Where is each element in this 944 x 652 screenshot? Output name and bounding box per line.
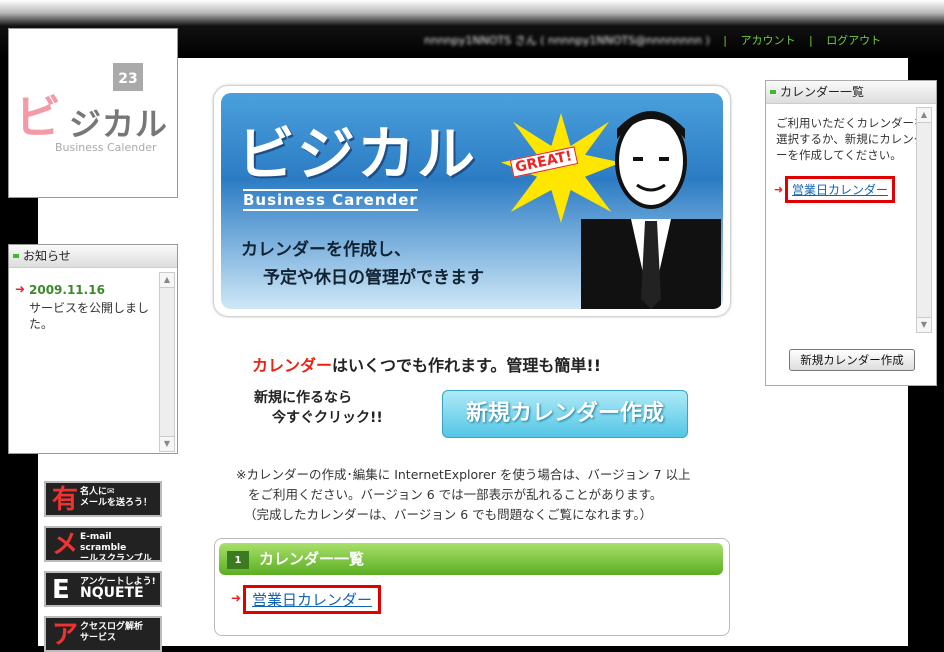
ad-big-char: メ bbox=[52, 530, 79, 560]
calendar-list-panel: 1 カレンダー一覧 ➜ 営業日カレンダー bbox=[214, 538, 730, 636]
ad-text: クセスログ解析 サービス bbox=[80, 622, 144, 643]
news-scrollbar[interactable]: ▲ ▼ bbox=[159, 272, 175, 452]
logo-subtitle: Business Calender bbox=[55, 141, 157, 154]
scroll-down-icon[interactable]: ▼ bbox=[160, 436, 174, 451]
ad-big-char: ア bbox=[52, 620, 79, 650]
news-text: サービスを公開しました。 bbox=[29, 301, 150, 331]
scroll-up-icon[interactable]: ▲ bbox=[160, 273, 174, 288]
browser-note: ※カレンダーの作成･編集に InternetExplorer を使う場合は、バー… bbox=[236, 465, 716, 525]
promo-click-now: 新規に作るなら 今すぐクリック!! bbox=[254, 390, 383, 426]
ad-mail-scramble[interactable]: メ E-mail scramble ールスクランブル bbox=[44, 526, 162, 562]
account-link[interactable]: アカウント bbox=[740, 34, 795, 47]
divider: | bbox=[723, 34, 727, 47]
calendar-icon: 1 bbox=[227, 551, 249, 569]
logo-kana-big: ビ bbox=[15, 90, 61, 144]
site-logo[interactable]: 23 ビ ジカル Business Calender bbox=[8, 28, 178, 198]
ad-text: E-mail scramble ールスクランブル bbox=[80, 532, 152, 562]
hero-banner-inner: ビジカル Business Carender GREAT! カレンダーを作成し、… bbox=[221, 93, 723, 309]
calendar-link[interactable]: 営業日カレンダー bbox=[252, 591, 372, 609]
logout-link[interactable]: ログアウト bbox=[826, 34, 881, 47]
ad-access-log[interactable]: ア クセスログ解析 サービス bbox=[44, 616, 162, 652]
user-info-line: nnnnpy1NNOTS さん ( nnnnpy1NNOTS@nnnnnnnn … bbox=[424, 32, 881, 48]
banner-line-1: カレンダーを作成し、 bbox=[241, 240, 411, 260]
user-name: nnnnpy1NNOTS bbox=[424, 34, 512, 47]
user-email: ( nnnnpy1NNOTS@nnnnnnnn ) bbox=[540, 34, 710, 47]
scroll-up-icon[interactable]: ▲ bbox=[917, 108, 931, 123]
arrow-right-icon: ➜ bbox=[15, 282, 26, 296]
calendar-list-title: カレンダー一覧 bbox=[259, 550, 365, 568]
user-san: さん bbox=[514, 34, 537, 47]
note-line-3: （完成したカレンダーは、バージョン 6 でも問題なくご覧になれます。） bbox=[244, 507, 653, 522]
ad-big-char: E bbox=[52, 575, 70, 605]
right-calendar-panel: カレンダー一覧 ご利用いただくカレンダーを選択するか、新規にカレンダーを作成して… bbox=[765, 80, 937, 386]
arrow-right-icon: ➜ bbox=[231, 591, 242, 605]
new-calendar-button[interactable]: 新規カレンダー作成 bbox=[442, 390, 688, 438]
right-panel-scrollbar[interactable]: ▲ ▼ bbox=[916, 107, 932, 333]
divider: | bbox=[808, 34, 813, 47]
hero-banner: ビジカル Business Carender GREAT! カレンダーを作成し、… bbox=[214, 86, 730, 316]
banner-subtitle: Business Carender bbox=[243, 189, 418, 211]
calendar-icon: 23 bbox=[113, 63, 143, 91]
news-panel: お知らせ ➜ 2009.11.16 サービスを公開しました。 ▲ ▼ bbox=[8, 244, 178, 454]
right-panel-title: カレンダー一覧 bbox=[766, 81, 936, 104]
arrow-right-icon: ➜ bbox=[774, 183, 784, 196]
businessman-illustration bbox=[581, 111, 721, 309]
ad-enquete[interactable]: E アンケートしよう! NQUETE bbox=[44, 571, 162, 607]
right-calendar-item: 営業日カレンダー bbox=[785, 176, 896, 203]
news-title: お知らせ bbox=[9, 245, 177, 268]
ad-text: アンケートしよう! NQUETE bbox=[80, 577, 156, 601]
news-body: ➜ 2009.11.16 サービスを公開しました。 ▲ ▼ bbox=[9, 268, 177, 454]
right-calendar-link[interactable]: 営業日カレンダー bbox=[792, 183, 888, 197]
right-panel-desc: ご利用いただくカレンダーを選択するか、新規にカレンダーを作成してください。 bbox=[776, 116, 926, 162]
banner-title: ビジカル bbox=[237, 120, 478, 188]
ad-big-char: 有 bbox=[52, 485, 79, 515]
note-line-2: をご利用ください。バージョン 6 では一部表示が乱れることがあります。 bbox=[248, 487, 663, 502]
ad-text: 名人に✉ メールを送ろう！ bbox=[80, 487, 153, 508]
ad-famous-mail[interactable]: 有 名人に✉ メールを送ろう！ bbox=[44, 481, 162, 517]
promo-tagline: カレンダーはいくつでも作れます。管理も簡単!! bbox=[252, 356, 602, 375]
news-date: 2009.11.16 bbox=[29, 283, 105, 297]
right-new-calendar-button[interactable]: 新規カレンダー作成 bbox=[789, 349, 915, 371]
logo-kana-rest: ジカル bbox=[69, 105, 169, 143]
banner-line-2: 予定や休日の管理ができます bbox=[263, 268, 484, 288]
calendar-list-header: 1 カレンダー一覧 bbox=[219, 543, 723, 575]
calendar-item: 営業日カレンダー bbox=[243, 585, 382, 614]
note-line-1: ※カレンダーの作成･編集に InternetExplorer を使う場合は、バー… bbox=[236, 467, 691, 482]
scroll-down-icon[interactable]: ▼ bbox=[917, 317, 931, 332]
